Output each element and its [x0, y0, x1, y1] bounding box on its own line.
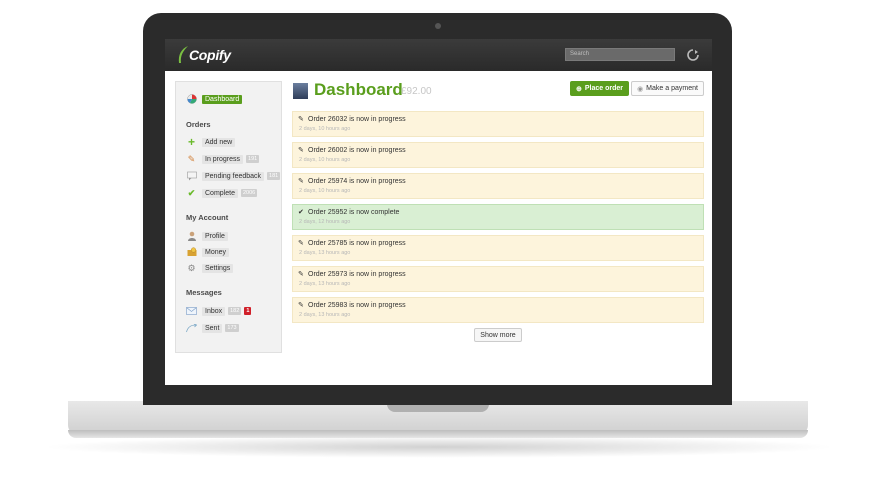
laptop-base-lip	[68, 430, 808, 438]
camera	[435, 23, 441, 29]
feed-item[interactable]: ✎ Order 25974 is now in progress 2 days, …	[292, 173, 704, 199]
sidebar-item-label: In progress	[202, 154, 244, 164]
feed-item[interactable]: ✎ Order 25785 is now in progress 2 days, …	[292, 235, 704, 261]
sidebar-item-profile[interactable]: Profile	[186, 230, 228, 242]
checkmark-icon: ✔	[187, 187, 196, 198]
sidebar-item-label: Dashboard	[202, 94, 243, 104]
leaf-icon	[177, 46, 189, 64]
count-badge: 181	[267, 172, 281, 180]
laptop-lid: Copify Search Dashboard Orders + Add new…	[143, 13, 732, 405]
sidebar-item-label: Sent	[202, 323, 223, 333]
sidebar-item-label: Inbox	[202, 306, 226, 316]
feed-item-time: 2 days, 10 hours ago	[299, 126, 351, 132]
orders-heading: Orders	[186, 120, 211, 129]
feed-item-text: Order 25973 is now in progress	[308, 270, 406, 278]
feed-item-text: Order 25952 is now complete	[308, 208, 400, 216]
logo[interactable]: Copify	[177, 45, 231, 65]
sent-icon	[186, 323, 197, 334]
messages-heading: Messages	[186, 288, 222, 297]
pencil-icon: ✎	[187, 153, 196, 164]
sidebar-item-in-progress[interactable]: ✎ In progress 191	[186, 153, 260, 165]
count-badge: 182	[228, 307, 242, 315]
sidebar-item-label: Profile	[202, 231, 228, 241]
activity-feed: ✎ Order 26032 is now in progress 2 days, …	[292, 111, 704, 328]
sidebar-item-dashboard[interactable]: Dashboard	[186, 93, 243, 105]
feedback-icon	[186, 171, 197, 182]
page-title: Dashboard	[314, 80, 403, 99]
laptop-shadow	[40, 436, 838, 458]
pencil-icon: ✎	[298, 116, 304, 123]
feed-item-text: Order 26032 is now in progress	[308, 115, 406, 123]
make-payment-label: Make a payment	[646, 85, 698, 92]
sidebar-item-label: Add new	[202, 137, 236, 147]
count-badge: 191	[246, 155, 260, 163]
money-icon	[186, 247, 197, 258]
checkmark-icon: ✔	[298, 209, 304, 216]
sidebar-item-label: Complete	[202, 188, 238, 198]
logo-text: Copify	[189, 47, 231, 63]
feed-item-time: 2 days, 13 hours ago	[299, 312, 351, 318]
sidebar-item-label: Settings	[202, 263, 234, 273]
sidebar-item-label: Money	[202, 247, 230, 257]
feed-item-time: 2 days, 13 hours ago	[299, 250, 351, 256]
plus-icon: +	[187, 134, 195, 149]
sidebar-item-label: Pending feedback	[202, 171, 265, 181]
screen: Copify Search Dashboard Orders + Add new…	[165, 39, 712, 385]
plus-circle-icon: ⊕	[575, 85, 582, 93]
pencil-icon: ✎	[298, 147, 304, 154]
top-bar: Copify Search	[165, 39, 712, 71]
sidebar: Dashboard Orders + Add new ✎ In progress…	[175, 81, 282, 353]
account-balance: £92.00	[401, 86, 432, 97]
logout-icon[interactable]	[687, 48, 699, 61]
user-icon	[186, 231, 197, 242]
feed-item-text: Order 25983 is now in progress	[308, 301, 406, 309]
feed-item-time: 2 days, 12 hours ago	[299, 219, 351, 225]
feed-item[interactable]: ✔ Order 25952 is now complete 2 days, 12 …	[292, 204, 704, 230]
pencil-icon: ✎	[298, 271, 304, 278]
sidebar-item-sent[interactable]: Sent 173	[186, 322, 239, 334]
sidebar-item-inbox[interactable]: Inbox 182 1	[186, 305, 252, 317]
gear-icon: ⚙	[187, 262, 196, 273]
feed-item-text: Order 25785 is now in progress	[308, 239, 406, 247]
feed-item[interactable]: ✎ Order 25983 is now in progress 2 days, …	[292, 297, 704, 323]
feed-item[interactable]: ✎ Order 26002 is now in progress 2 days, …	[292, 142, 704, 168]
sidebar-item-complete[interactable]: ✔ Complete 2006	[186, 187, 258, 199]
feed-item-text: Order 26002 is now in progress	[308, 146, 406, 154]
envelope-icon	[186, 306, 197, 317]
place-order-label: Place order	[584, 85, 623, 92]
sidebar-item-add-new[interactable]: + Add new	[186, 134, 236, 149]
pencil-icon: ✎	[298, 178, 304, 185]
feed-item-time: 2 days, 10 hours ago	[299, 157, 351, 163]
count-badge: 173	[225, 324, 239, 332]
avatar	[293, 83, 308, 99]
place-order-button[interactable]: ⊕ Place order	[570, 81, 629, 96]
feed-item-time: 2 days, 13 hours ago	[299, 281, 351, 287]
pencil-icon: ✎	[298, 240, 304, 247]
dashboard-icon	[186, 94, 197, 105]
make-payment-button[interactable]: ◉ Make a payment	[631, 81, 704, 96]
feed-item-time: 2 days, 10 hours ago	[299, 188, 351, 194]
unread-badge: 1	[244, 307, 252, 315]
feed-item[interactable]: ✎ Order 25973 is now in progress 2 days, …	[292, 266, 704, 292]
feed-item-text: Order 25974 is now in progress	[308, 177, 406, 185]
count-badge: 2006	[240, 189, 258, 197]
sidebar-item-settings[interactable]: ⚙ Settings	[186, 262, 234, 274]
account-heading: My Account	[186, 213, 229, 222]
pencil-icon: ✎	[298, 302, 304, 309]
payment-icon: ◉	[637, 85, 644, 93]
sidebar-item-pending-feedback[interactable]: Pending feedback 181	[186, 170, 281, 182]
search-input[interactable]: Search	[565, 48, 675, 61]
feed-item[interactable]: ✎ Order 26032 is now in progress 2 days, …	[292, 111, 704, 137]
sidebar-item-money[interactable]: Money	[186, 246, 230, 258]
show-more-button[interactable]: Show more	[474, 328, 522, 342]
